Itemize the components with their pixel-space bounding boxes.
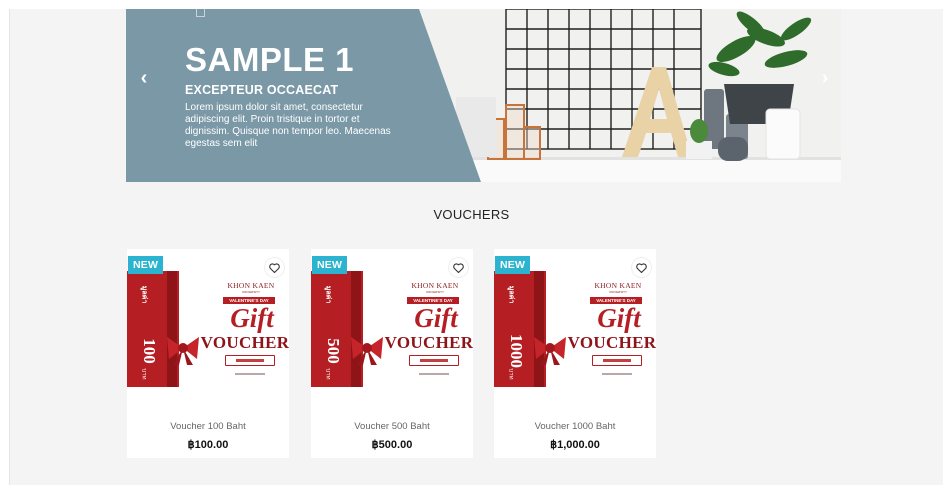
slider-prev-button[interactable]: ‹ (130, 64, 158, 92)
voucher-currency: บาท (507, 368, 514, 380)
voucher-stripe (351, 271, 361, 387)
slide-subtitle: EXCEPTEUR OCCAECAT (185, 83, 339, 97)
section-title: VOUCHERS (433, 207, 510, 222)
product-card[interactable]: มูลค่า 100 บาท KHON KAEN UNIVERSITY VALE… (127, 249, 289, 458)
voucher-currency: บาท (324, 368, 331, 380)
voucher-footer (235, 373, 265, 375)
voucher-university: KHON KAEN (411, 281, 459, 290)
voucher-university: KHON KAEN (227, 281, 275, 290)
voucher-word: VOUCHER (567, 333, 656, 352)
new-badge: NEW (128, 256, 164, 274)
wishlist-button[interactable] (449, 258, 468, 277)
slide-caption: SAMPLE 1 EXCEPTEUR OCCAECAT Lorem ipsum … (185, 42, 415, 150)
product-name[interactable]: Voucher 100 Baht (127, 421, 289, 432)
voucher-footer (602, 373, 632, 375)
voucher-gift-text: Gift (597, 303, 641, 333)
voucher-amount: 500 (324, 338, 343, 364)
heart-icon (269, 262, 280, 273)
voucher-word: VOUCHER (384, 333, 473, 352)
voucher-university: KHON KAEN (594, 281, 642, 290)
product-price: ฿1,000.00 (550, 439, 600, 451)
voucher-pill (225, 355, 275, 366)
voucher-currency: บาท (140, 368, 147, 380)
voucher-gift-text: Gift (414, 303, 458, 333)
voucher-pill (409, 355, 459, 366)
slider-next-button[interactable]: › (811, 64, 839, 92)
heart-icon (636, 262, 647, 273)
voucher-footer (419, 373, 449, 375)
voucher-university-sub: UNIVERSITY (608, 290, 627, 294)
voucher-amount: 1000 (507, 334, 526, 368)
chevron-left-icon: ‹ (140, 66, 148, 89)
voucher-amount: 100 (140, 338, 159, 364)
slide-indicator[interactable] (196, 9, 205, 17)
chevron-right-icon: › (821, 66, 829, 89)
heart-icon (453, 262, 464, 273)
product-name[interactable]: Voucher 500 Baht (311, 421, 473, 432)
product-price: ฿100.00 (187, 439, 229, 451)
wishlist-button[interactable] (265, 258, 284, 277)
slide-description: Lorem ipsum dolor sit amet, consectetur … (185, 102, 391, 149)
voucher-value-label: มูลค่า (507, 285, 515, 304)
new-badge: NEW (312, 256, 348, 274)
voucher-university-sub: UNIVERSITY (241, 290, 260, 294)
hero-slider[interactable]: SAMPLE 1 EXCEPTEUR OCCAECAT Lorem ipsum … (126, 9, 841, 182)
voucher-stripe (167, 271, 177, 387)
voucher-gift-text: Gift (230, 303, 274, 333)
voucher-value-label: มูลค่า (140, 285, 148, 304)
voucher-university-sub: UNIVERSITY (425, 290, 444, 294)
wishlist-button[interactable] (632, 258, 651, 277)
voucher-value-label: มูลค่า (324, 285, 332, 304)
voucher-stripe (534, 271, 544, 387)
new-badge: NEW (495, 256, 531, 274)
product-name[interactable]: Voucher 1000 Baht (494, 421, 656, 432)
voucher-pill (592, 355, 642, 366)
product-card[interactable]: มูลค่า 500 บาท KHON KAEN UNIVERSITY VALE… (311, 249, 473, 458)
slide-title: SAMPLE 1 (185, 41, 355, 78)
voucher-word: VOUCHER (200, 333, 289, 352)
product-card[interactable]: มูลค่า 1000 บาท KHON KAEN UNIVERSITY VAL… (494, 249, 656, 458)
product-price: ฿500.00 (371, 439, 413, 451)
